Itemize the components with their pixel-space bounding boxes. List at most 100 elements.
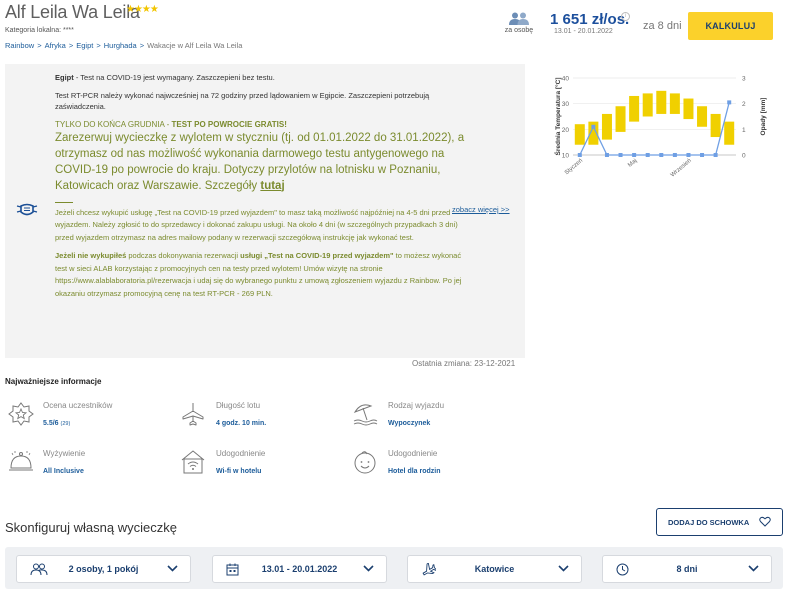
trip-type-value: Wypoczynek: [388, 420, 431, 427]
chart-rain-point: [672, 153, 677, 157]
chart-ytick-label: 20: [562, 127, 570, 134]
wifi-label: Udogodnienie: [216, 449, 266, 458]
child-face-icon: [354, 451, 376, 474]
chart-xtick-label: Wrzesień: [670, 158, 693, 179]
people-icon: [509, 12, 529, 25]
departure-value: Katowice: [474, 564, 515, 574]
chevron-down-icon: [167, 565, 178, 572]
promo-heading: TYLKO DO KOŃCA GRUDNIA - TEST PO POWROCI…: [55, 119, 287, 129]
calculate-button[interactable]: KALKULUJ: [688, 12, 773, 40]
chart-temp-bar: [669, 93, 680, 114]
covid-requirement: Egipt - Test na COVID-19 jest wymagany. …: [55, 73, 275, 82]
price-dates: 13.01 - 20.01.2022: [554, 28, 613, 35]
chart-temp-bar: [601, 113, 612, 140]
chart-temp-bar: [683, 98, 694, 120]
configure-bar: 2 osoby, 1 pokój 13.01 - 20.01.2022 Kato…: [5, 547, 783, 589]
chart-temp-bar: [574, 124, 585, 145]
chart-ytick-label: 30: [562, 101, 570, 108]
chart-y2tick-label: 3: [742, 76, 746, 83]
duration-value: 8 dni: [676, 564, 698, 574]
chart-rain-point: [727, 100, 732, 105]
see-more-link[interactable]: zobacz więcej >>: [452, 205, 510, 214]
chart-y2tick-label: 1: [742, 127, 746, 134]
rating-label: Ocena uczestników: [43, 401, 113, 410]
dates-value: 13.01 - 20.01.2022: [261, 564, 338, 574]
chart-rain-point: [591, 124, 596, 129]
breadcrumb-separator: >: [96, 41, 101, 50]
chart-rain-point: [713, 153, 718, 157]
board-label: Wyżywienie: [43, 449, 86, 458]
covid-alab-info: Jeżeli nie wykupiłeś podczas dokonywania…: [55, 251, 462, 298]
divider: [55, 201, 73, 203]
add-to-favorites-label: DODAJ DO SCHOWKA: [668, 517, 750, 527]
family-value: Hotel dla rodzin: [388, 468, 441, 475]
chart-temp-bar: [697, 106, 708, 127]
last-change: Ostatnia zmiana: 23-12-2021: [412, 359, 516, 368]
chart-rain-point: [645, 153, 650, 157]
chart-temp-bar: [629, 95, 640, 122]
hotel-name: Alf Leila Wa Leila: [5, 2, 140, 22]
beach-umbrella-icon: [353, 404, 378, 426]
chart-rain-point: [604, 153, 609, 157]
flight-label: Długość lotu: [216, 401, 261, 410]
chart-xtick-label: Styczeń: [564, 158, 584, 176]
breadcrumb-separator: >: [139, 41, 145, 50]
breadcrumb-link-africa[interactable]: Afryka: [45, 41, 66, 50]
breadcrumb-link-egypt[interactable]: Egipt: [76, 41, 93, 50]
board-value: All Inclusive: [43, 468, 84, 475]
chart-rain-point: [700, 153, 705, 157]
covid-paid-test-info: Jeżeli chcesz wykupić usługę „Test na CO…: [55, 207, 458, 242]
chart-ylabel: Średnia Temperatura [°C]: [554, 78, 562, 156]
food-cloche-icon: [9, 451, 33, 471]
per-person-label: za osobę: [504, 27, 534, 34]
per-person-selector[interactable]: za osobę: [499, 12, 539, 34]
chart-y2tick-label: 0: [742, 153, 746, 160]
chevron-down-icon: [363, 565, 374, 572]
trip-days: za 8 dni: [643, 20, 682, 32]
chart-ytick-label: 10: [562, 153, 570, 160]
wifi-value: Wi-fi w hotelu: [216, 468, 262, 475]
chart-xtick-label: Maj: [627, 158, 638, 169]
promo-text: Zarezerwuj wycieczkę z wylotem w styczni…: [55, 131, 465, 192]
covid-test-info: Test RT-PCR należy wykonać najwcześniej …: [55, 90, 430, 112]
chart-temp-bar: [642, 93, 653, 117]
key-info-title: Najważniejsze informacje: [5, 377, 102, 386]
hotel-stars: ★★★★: [126, 4, 159, 15]
chart-y2label: Opady [mm]: [760, 98, 767, 136]
wifi-icon: [181, 450, 205, 474]
chart-ytick-label: 40: [562, 76, 570, 83]
plane-icon: [182, 403, 204, 426]
chevron-down-icon: [748, 565, 759, 572]
promo-details-link[interactable]: tutaj: [260, 180, 284, 192]
breadcrumb-current: Wakacje w Alf Leila Wa Leila: [147, 41, 243, 50]
rating-value: 5.5/6 (29): [43, 420, 71, 427]
breadcrumb-link-hurghada[interactable]: Hurghada: [104, 41, 137, 50]
local-category: Kategoria lokalna: ****: [5, 27, 74, 34]
chart-temp-bar: [615, 106, 626, 132]
covid-info-box: Egipt - Test na COVID-19 jest wymagany. …: [5, 64, 525, 358]
breadcrumb-link-rainbow[interactable]: Rainbow: [5, 41, 34, 50]
chart-temp-bar: [724, 121, 735, 145]
breadcrumb-separator: >: [37, 41, 42, 50]
price: 1 651 zł/os.: [550, 11, 630, 28]
chart-rain-point: [618, 153, 623, 157]
configure-title: Skonfiguruj własną wycieczkę: [5, 520, 177, 535]
climate-chart: 403020103210Średnia Temperatura [°C] Opad…: [554, 76, 767, 179]
info-icon[interactable]: i: [621, 12, 630, 21]
chart-rain-point: [577, 153, 582, 157]
chevron-down-icon: [558, 565, 569, 572]
breadcrumb-separator: >: [68, 41, 74, 50]
chart-rain-point: [686, 153, 691, 157]
chart-temp-bar: [656, 90, 667, 114]
chart-rain-point: [632, 153, 637, 157]
breadcrumb: Rainbow > Afryka > Egipt > Hurghada > Wakacje w …: [5, 41, 242, 50]
travelers-dropdown[interactable]: 2 osoby, 1 pokój: [16, 555, 191, 583]
dates-dropdown[interactable]: 13.01 - 20.01.2022: [212, 555, 387, 583]
departure-dropdown[interactable]: Katowice: [407, 555, 582, 583]
flight-value: 4 godz. 10 min.: [216, 420, 267, 427]
add-to-favorites-button[interactable]: DODAJ DO SCHOWKA: [656, 508, 783, 536]
travelers-value: 2 osoby, 1 pokój: [68, 564, 139, 574]
family-label: Udogodnienie: [388, 449, 438, 458]
star-badge-icon: [8, 402, 34, 426]
duration-dropdown[interactable]: 8 dni: [602, 555, 772, 583]
